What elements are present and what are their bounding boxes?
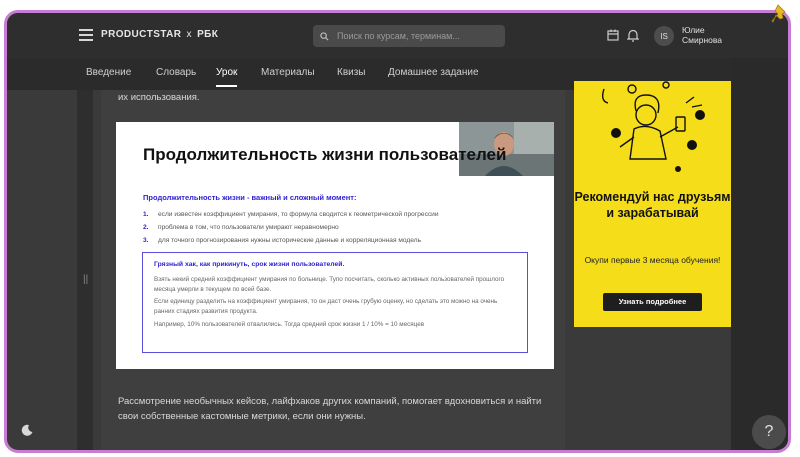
pin-icon: [771, 4, 786, 23]
hack-paragraph-2: Если единицу разделить на коэффициент ум…: [154, 298, 498, 315]
logo-partner: РБК: [197, 29, 219, 40]
banner-subtitle: Окупи первые 3 месяца обучения!: [584, 255, 721, 265]
slide-title: Продолжительность жизни пользователей: [143, 145, 507, 164]
illustration: [601, 81, 705, 172]
list-item: 2. проблема в том, что пользователи умира…: [143, 224, 339, 231]
lesson-text-top: их использования.: [118, 92, 200, 103]
search-input[interactable]: [337, 31, 497, 41]
tab-homework[interactable]: Домашнее задание: [388, 67, 479, 78]
lesson-slide: Продолжительность жизни пользователей Пр…: [116, 122, 554, 369]
menu-icon[interactable]: [79, 29, 93, 41]
help-button[interactable]: ?: [752, 415, 786, 449]
user-last-name: Смирнова: [682, 35, 723, 45]
referral-banner: Рекомендуй нас друзьям и зарабатывай Оку…: [574, 81, 731, 327]
resize-handle[interactable]: ||: [83, 274, 88, 285]
hack-paragraph-1: Взять некий средний коэффициент умирания…: [154, 276, 505, 293]
calendar-icon[interactable]: [607, 29, 619, 41]
left-panel-rail: ||: [77, 90, 93, 450]
list-item: 1. если известен коэффициент умирания, то…: [143, 211, 439, 218]
app-window: PRODUCTSTAR x РБК IS Юлие Смирнова Введе…: [4, 10, 791, 453]
lesson-text-bottom: Рассмотрение необычных кейсов, лайфхаков…: [118, 396, 542, 422]
tab-glossary[interactable]: Словарь: [156, 67, 196, 78]
tab-materials[interactable]: Материалы: [261, 67, 315, 78]
tab-lesson[interactable]: Урок: [216, 67, 238, 87]
hack-box: Грязный хак, как прикинуть, срок жизни п…: [142, 252, 528, 353]
top-header: PRODUCTSTAR x РБК IS Юлие Смирнова: [7, 13, 788, 58]
theme-toggle-moon-icon[interactable]: [20, 423, 34, 437]
user-name[interactable]: Юлие Смирнова: [682, 25, 722, 45]
bell-icon[interactable]: [627, 29, 639, 42]
tab-intro[interactable]: Введение: [86, 67, 131, 78]
list-item: 3. для точного прогнозирования нужны исто…: [143, 237, 422, 244]
slide-subheading: Продолжительность жизни - важный и сложн…: [143, 193, 357, 202]
learn-more-button[interactable]: Узнать подробнее: [603, 293, 702, 311]
search-icon: [320, 31, 329, 41]
hack-paragraph-3: Например, 10% пользователей отвалились. …: [154, 321, 425, 328]
logo[interactable]: PRODUCTSTAR x РБК: [101, 29, 218, 40]
tab-quizzes[interactable]: Квизы: [337, 67, 366, 78]
right-panel: [731, 58, 788, 450]
logo-text: PRODUCTSTAR: [101, 29, 182, 40]
banner-title: Рекомендуй нас друзьям и зарабатывай: [574, 190, 731, 220]
user-first-name: Юлие: [682, 25, 705, 35]
avatar[interactable]: IS: [654, 26, 674, 46]
logo-x: x: [186, 29, 192, 40]
hack-heading: Грязный хак, как прикинуть, срок жизни п…: [154, 261, 345, 268]
search-bar[interactable]: [313, 25, 505, 47]
slide-points: 1. если известен коэффициент умирания, то…: [143, 208, 439, 247]
